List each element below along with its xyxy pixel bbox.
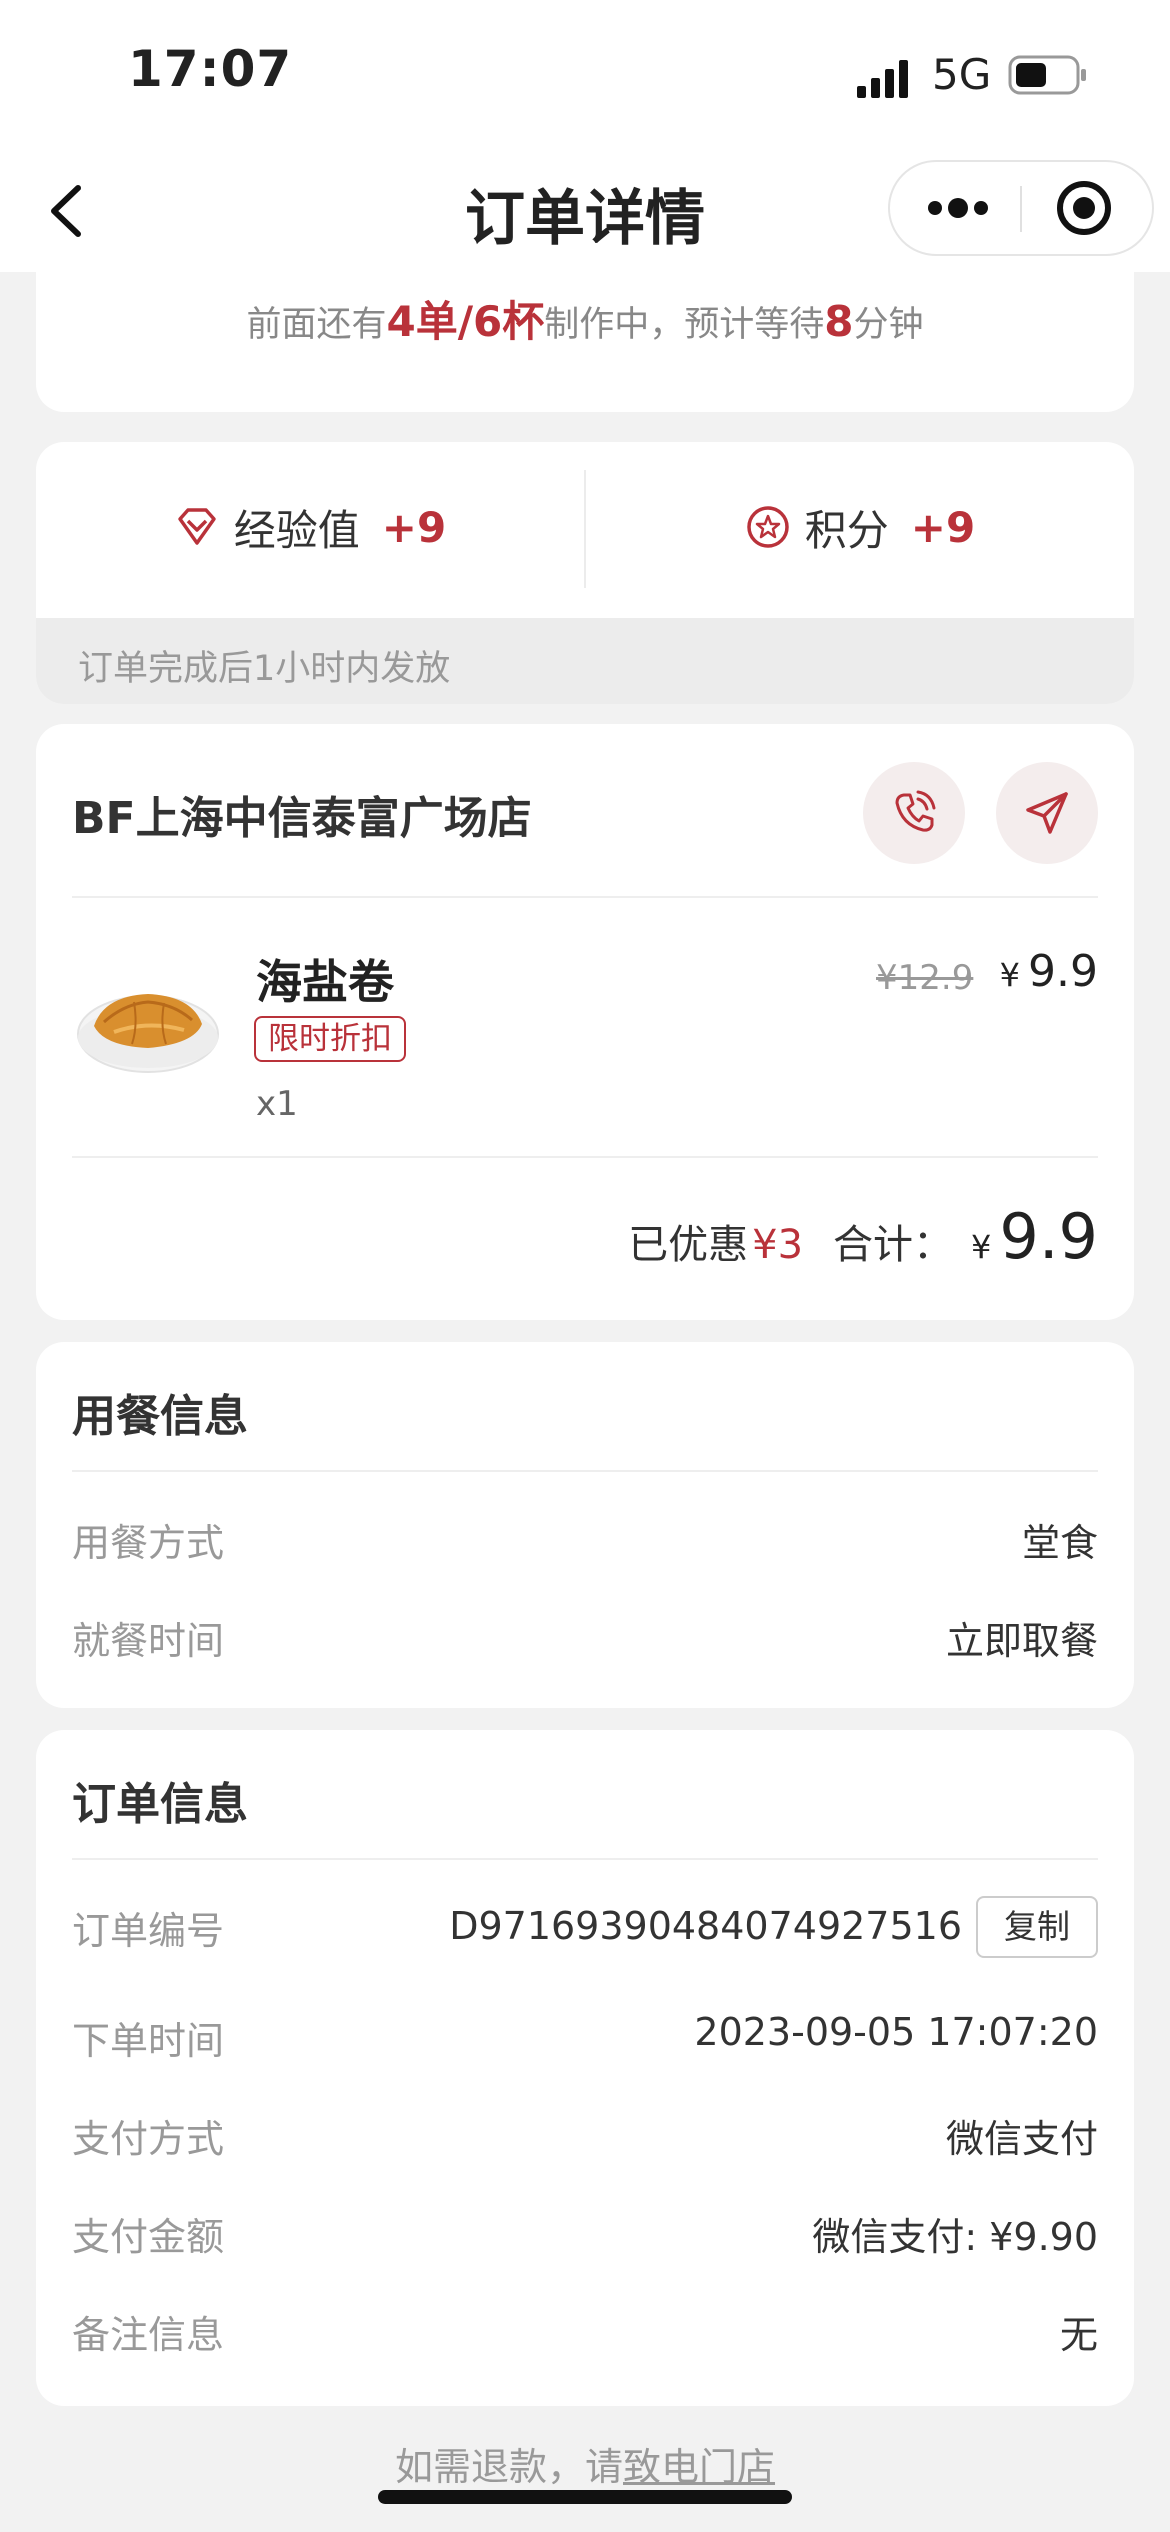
queue-middle: 制作中，预计等待 xyxy=(544,305,825,345)
points-value: +9 xyxy=(910,502,976,552)
navigation-arrow-icon xyxy=(1026,792,1068,834)
dining-title: 用餐信息 xyxy=(72,1391,248,1442)
battery-icon xyxy=(1008,55,1086,95)
more-button[interactable] xyxy=(890,162,1020,254)
order-number-value: D9716939048407492751​6 xyxy=(449,1904,962,1948)
dining-time-label: 就餐时间 xyxy=(72,1619,225,1663)
price-value: 9.9 xyxy=(1028,946,1098,997)
remark-value: 无 xyxy=(1059,2313,1098,2357)
dining-method-label: 用餐方式 xyxy=(72,1521,225,1565)
payment-amount-label: 支付金额 xyxy=(72,2215,225,2259)
status-time: 17:07 xyxy=(128,40,293,98)
home-indicator[interactable] xyxy=(378,2490,792,2504)
points-reward: 积分 +9 xyxy=(586,442,1134,612)
dining-method-value: 堂食 xyxy=(1021,1521,1098,1565)
order-time-value: 2023-09-05 17:07:20 xyxy=(694,2010,1098,2054)
order-summary: 已优惠 ¥3 合计： ¥9.9 xyxy=(628,1200,1098,1273)
close-target-button[interactable] xyxy=(1022,162,1152,254)
signal-icon xyxy=(857,60,908,98)
exp-reward: 经验值 +9 xyxy=(36,442,584,612)
store-name: BF上海中信泰富广场店 xyxy=(72,793,532,844)
queue-card: 前面还有4单/6杯制作中，预计等待8分钟 xyxy=(36,272,1134,412)
price-currency: ¥ xyxy=(999,956,1021,994)
divider xyxy=(72,1858,1098,1860)
payment-method-label: 支付方式 xyxy=(72,2117,225,2161)
network-type: 5G xyxy=(932,50,992,99)
dining-time-value: 立即取餐 xyxy=(945,1619,1098,1663)
refund-note: 如需退款，请致电门店 xyxy=(0,2436,1170,2491)
mini-program-capsule xyxy=(888,160,1154,256)
copy-button[interactable]: 复制 xyxy=(976,1896,1098,1958)
saved-value: ¥3 xyxy=(752,1222,804,1268)
reward-note: 订单完成后1小时内发放 xyxy=(78,649,451,689)
exp-label: 经验值 xyxy=(233,505,360,555)
star-badge-icon xyxy=(747,506,789,548)
divider xyxy=(72,1470,1098,1472)
refund-text: 如需退款，请 xyxy=(394,2445,623,2489)
rewards-card: 经验值 +9 积分 +9 订单完成后1小时内发放 xyxy=(36,442,1134,704)
phone-icon xyxy=(895,790,936,832)
queue-prefix: 前面还有 xyxy=(246,305,387,345)
queue-suffix: 分钟 xyxy=(853,305,924,345)
total-currency: ¥ xyxy=(971,1228,992,1266)
queue-status: 前面还有4单/6杯制作中，预计等待8分钟 xyxy=(36,288,1134,349)
total-value: 9.9 xyxy=(999,1200,1098,1273)
call-store-button[interactable] xyxy=(863,762,965,864)
diamond-icon xyxy=(178,508,216,545)
nav-bar: 订单详情 xyxy=(0,150,1170,272)
divider xyxy=(72,896,1098,898)
product-price: ¥9.9 xyxy=(1000,946,1098,997)
total-label: 合计： xyxy=(833,1222,954,1268)
reward-note-bar: 订单完成后1小时内发放 xyxy=(36,618,1134,704)
queue-minutes: 8 xyxy=(824,297,854,346)
saved-label: 已优惠 xyxy=(628,1222,749,1268)
payment-method-value: 微信支付 xyxy=(945,2117,1098,2161)
queue-orders: 4单/6杯 xyxy=(386,297,545,346)
dining-info-card: 用餐信息 用餐方式 堂食 就餐时间 立即取餐 xyxy=(36,1342,1134,1708)
product-name: 海盐卷 xyxy=(256,955,394,1009)
product-image xyxy=(77,994,219,1073)
order-info-card: 订单信息 订单编号 D9716939048407492751​6 复制 下单时间… xyxy=(36,1730,1134,2406)
exp-value: +9 xyxy=(381,502,447,552)
points-label: 积分 xyxy=(804,505,889,555)
order-info-title: 订单信息 xyxy=(72,1779,248,1830)
product-quantity: x1 xyxy=(256,1084,298,1124)
promo-tag: 限时折扣 xyxy=(254,1016,406,1062)
order-number-label: 订单编号 xyxy=(72,1909,225,1953)
original-price: ¥12.9 xyxy=(876,958,974,998)
total-amount: ¥9.9 xyxy=(971,1200,1098,1273)
payment-amount-value: 微信支付: ¥9.90 xyxy=(812,2215,1098,2259)
order-items-card: BF上海中信泰富广场店 海盐卷 限时折扣 x1 ¥12.9 ¥9.9 已优惠 ¥… xyxy=(36,724,1134,1320)
divider xyxy=(72,1156,1098,1158)
navigate-store-button[interactable] xyxy=(996,762,1098,864)
order-time-label: 下单时间 xyxy=(72,2019,225,2063)
status-bar: 17:07 5G xyxy=(0,0,1170,150)
call-store-link[interactable]: 致电门店 xyxy=(623,2445,775,2489)
remark-label: 备注信息 xyxy=(72,2313,225,2357)
